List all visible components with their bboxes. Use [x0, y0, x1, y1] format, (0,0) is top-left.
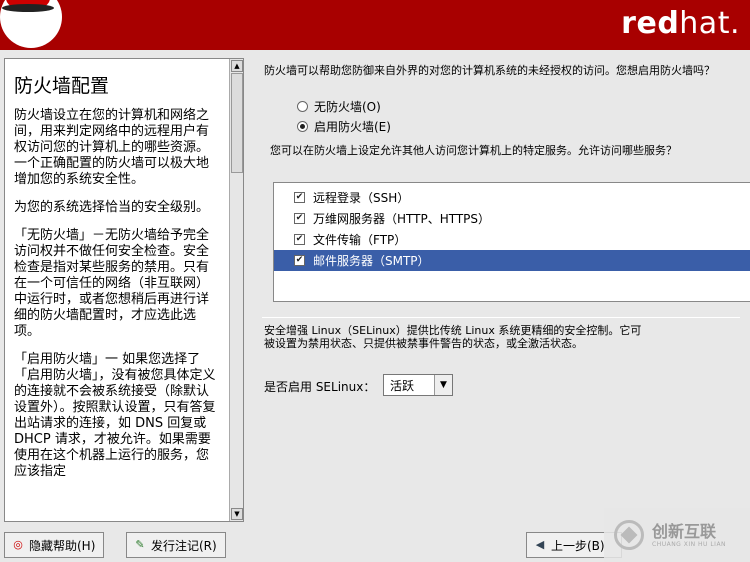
watermark: 创新互联 CHUANG XIN HU LIAN: [604, 508, 750, 562]
hat-band-shape: [2, 4, 54, 12]
help-paragraph: 「无防火墙」－无防火墙给予完全访问权并不做任何安全检查。安全检查是指对某些服务的…: [14, 228, 210, 339]
radio-label: 无防火墙(O): [314, 100, 381, 114]
radio-label: 启用防火墙(E): [314, 120, 391, 134]
services-label: 您可以在防火墙上设定允许其他人访问您计算机上的特定服务。允许访问哪些服务？: [270, 144, 677, 157]
help-paragraph: 防火墙设立在您的计算机和网络之间，用来判定网络中的远程用户有权访问您的计算机上的…: [14, 108, 210, 187]
release-notes-label: 发行注记(R): [151, 538, 217, 553]
back-arrow-icon: ◀: [535, 538, 545, 551]
scroll-up-arrow-icon[interactable]: ▲: [231, 60, 243, 72]
help-paragraph: 「启用防火墙」一 如果您选择了「启用防火墙」，没有被您具体定义的连接就不会被系统…: [14, 352, 216, 479]
help-title: 防火墙配置: [14, 75, 110, 97]
checkbox-checked-icon[interactable]: ✔: [294, 213, 305, 224]
scroll-down-arrow-icon[interactable]: ▼: [231, 508, 243, 520]
service-item-ftp[interactable]: ✔ 文件传输（FTP）: [274, 229, 750, 250]
chevron-down-icon[interactable]: ▼: [434, 375, 452, 395]
checkbox-checked-icon[interactable]: ✔: [294, 234, 305, 245]
service-item-http[interactable]: ✔ 万维网服务器（HTTP、HTTPS）: [274, 208, 750, 229]
help-pane: 防火墙配置 防火墙设立在您的计算机和网络之间，用来判定网络中的远程用户有权访问您…: [4, 58, 244, 522]
help-content: 防火墙配置 防火墙设立在您的计算机和网络之间，用来判定网络中的远程用户有权访问您…: [5, 59, 229, 521]
watermark-text: 创新互联 CHUANG XIN HU LIAN: [652, 521, 727, 548]
radio-circle-icon[interactable]: [297, 101, 308, 112]
hide-help-button[interactable]: ◎ 隐藏帮助(H): [4, 532, 104, 558]
redhat-logo: redhat.: [621, 6, 740, 41]
service-item-ssh[interactable]: ✔ 远程登录（SSH）: [274, 187, 750, 208]
service-label: 万维网服务器（HTTP、HTTPS）: [313, 212, 491, 226]
back-label: 上一步(B): [551, 538, 605, 553]
release-notes-button[interactable]: ✎ 发行注记(R): [126, 532, 226, 558]
radio-selected-icon[interactable]: [297, 121, 308, 132]
firewall-intro: 防火墙可以帮助您防御来自外界的对您的计算机系统的未经授权的访问。您想启用防火墙吗…: [264, 64, 715, 77]
radio-enable-firewall[interactable]: 启用防火墙(E): [297, 118, 391, 135]
radio-no-firewall[interactable]: 无防火墙(O): [297, 98, 381, 115]
lifebuoy-icon: ◎: [13, 538, 23, 551]
help-scrollbar[interactable]: ▲ ▼: [229, 59, 243, 521]
hide-help-label: 隐藏帮助(H): [29, 538, 96, 553]
help-paragraph: 为您的系统选择恰当的安全级别。: [14, 200, 210, 215]
header-banner: redhat.: [0, 0, 750, 50]
brand-logo-icon: [614, 520, 644, 550]
service-label: 文件传输（FTP）: [313, 233, 407, 247]
selinux-description: 安全增强 Linux（SELinux）提供比传统 Linux 系统更精细的安全控…: [264, 324, 642, 350]
notes-icon: ✎: [135, 538, 145, 551]
selinux-dropdown[interactable]: 活跃 ▼: [383, 374, 453, 396]
service-item-smtp[interactable]: ✔ 邮件服务器（SMTP）: [274, 250, 750, 271]
service-label: 邮件服务器（SMTP）: [313, 254, 430, 268]
checkbox-checked-icon[interactable]: ✔: [294, 192, 305, 203]
checkbox-checked-icon[interactable]: ✔: [294, 255, 305, 266]
selinux-value: 活跃: [390, 378, 415, 393]
services-list: ✔ 远程登录（SSH） ✔ 万维网服务器（HTTP、HTTPS） ✔ 文件传输（…: [273, 182, 750, 302]
shadowman-logo: [0, 0, 62, 48]
scroll-thumb[interactable]: [231, 73, 243, 173]
section-divider: [262, 317, 740, 318]
service-label: 远程登录（SSH）: [313, 191, 410, 205]
selinux-label: 是否启用 SELinux：: [264, 380, 376, 394]
